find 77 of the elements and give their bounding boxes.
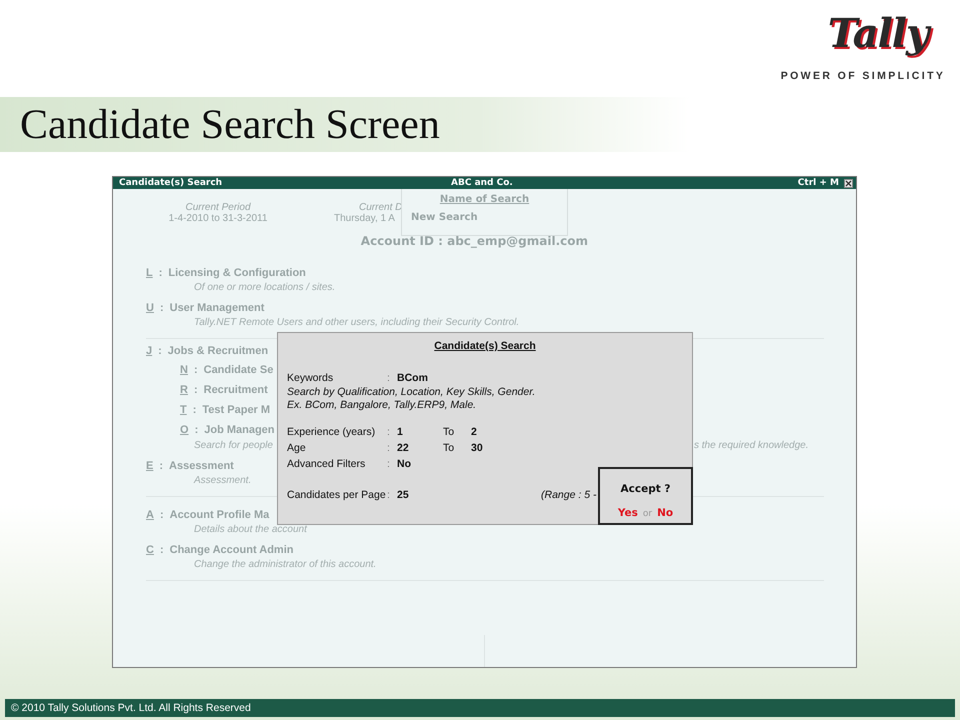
menu-key: C [146,544,154,556]
field-value[interactable]: 1 [397,426,443,438]
field-value[interactable]: No [397,458,443,470]
menu-colon: : [194,424,198,436]
menu-key: E [146,460,154,472]
menu-item[interactable]: Change Account Admin [170,544,294,556]
menu-colon: : [194,364,198,376]
menu-colon: : [160,544,164,556]
menu-item[interactable]: Account Profile Ma [170,509,270,521]
menu-key: L [146,267,153,279]
field-colon: : [387,426,391,438]
logo-tagline: POWER OF SIMPLICITY [780,70,946,82]
menu-item[interactable]: Recruitment [204,384,268,396]
field-colon: : [387,372,391,384]
field-label: Age [287,442,307,454]
menu-description: Search for people [194,440,273,451]
menu-item[interactable]: Licensing & Configuration [168,267,306,279]
menu-key: R [180,384,188,396]
field-label: Candidates per Page [287,489,387,501]
field-value[interactable]: 30 [471,442,517,454]
menu-description: Change the administrator of this account. [194,559,376,570]
yes-option[interactable]: Yes [618,507,638,519]
dialog-title: Candidate(s) Search [434,340,536,352]
field-value[interactable]: 22 [397,442,443,454]
hint-text: Ex. BCom, Bangalore, Tally.ERP9, Male. [287,399,476,411]
to-label: To [443,426,456,438]
field-colon: : [387,442,391,454]
menu-key: U [146,302,154,314]
menu-description: Tally.NET Remote Users and other users, including their Security Control. [194,317,520,328]
window-title: Candidate(s) Search [119,178,222,188]
menu-colon: : [160,509,164,521]
to-label: To [443,442,456,454]
menu-item[interactable]: Candidate Se [204,364,274,376]
menu-item[interactable]: Assessment [169,460,234,472]
copyright-text: © 2010 Tally Solutions Pvt. Ltd. All Rights Reserved [11,702,251,714]
menu-key: T [180,404,187,416]
field-label: Keywords [287,372,334,384]
hint-text: Search by Qualification, Location, Key Skills, Gender. [287,386,536,398]
field-value[interactable]: BCom [397,372,443,384]
menu-description: s the required knowledge. [694,440,809,451]
menu-description: Of one or more locations / sites. [194,282,336,293]
menu-item[interactable]: Jobs & Recruitmen [168,345,268,357]
menu-colon: : [158,267,162,279]
popup-item[interactable]: New Search [411,212,567,223]
menu-colon: : [194,384,198,396]
field-value[interactable]: 25 [397,489,443,501]
slide-title: Candidate Search Screen [20,100,440,148]
field-colon: : [387,458,391,470]
or-text: or [642,509,652,519]
field-label: Experience (years) [287,426,376,438]
menu-key: N [180,364,188,376]
popup-title: Name of Search [440,194,530,205]
menu-key: O [180,424,189,436]
menu-item[interactable]: Test Paper M [202,404,270,416]
menu-description: Details about the account [194,524,307,535]
accept-question: Accept ? [620,483,670,495]
menu-item[interactable]: User Management [170,302,264,314]
account-id: Account ID : abc_emp@gmail.com [360,234,588,248]
menu-item[interactable]: Job Managen [204,424,275,436]
menu-key: A [146,509,154,521]
shortcut-label: Ctrl + M [798,178,839,188]
range-hint: (Range : 5 - [541,489,596,501]
menu-key: J [146,345,152,357]
field-colon: : [387,489,391,501]
menu-colon: : [192,404,196,416]
period-value: 1-4-2010 to 31-3-2011 [168,213,268,224]
company-name: ABC and Co. [451,178,513,188]
field-label: Advanced Filters [287,458,366,470]
close-icon[interactable] [844,178,853,188]
menu-colon: : [158,345,162,357]
menu-description: Assessment. [194,475,252,486]
date-value: Thursday, 1 A [334,213,396,224]
field-value[interactable]: 2 [471,426,517,438]
period-label: Current Period [185,202,251,213]
menu-colon: : [160,302,164,314]
menu-colon: : [159,460,164,472]
no-option[interactable]: No [657,507,674,519]
